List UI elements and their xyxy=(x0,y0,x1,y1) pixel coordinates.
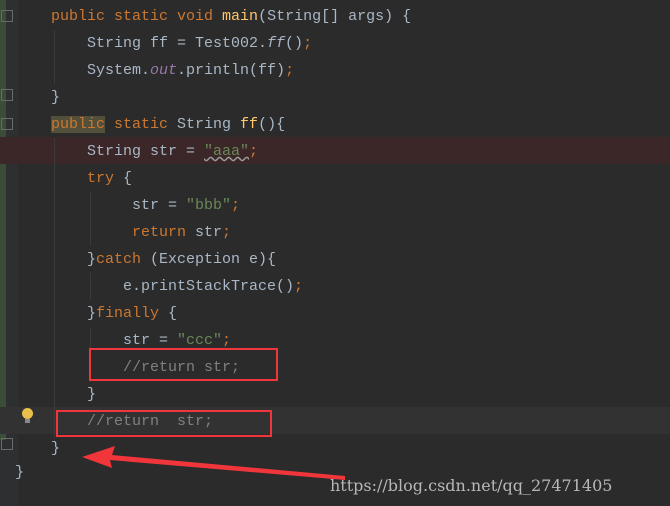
watermark: https://blog.csdn.net/qq_27471405 xyxy=(330,476,613,495)
arrow-icon xyxy=(82,446,345,480)
annotation-arrow xyxy=(82,446,345,480)
